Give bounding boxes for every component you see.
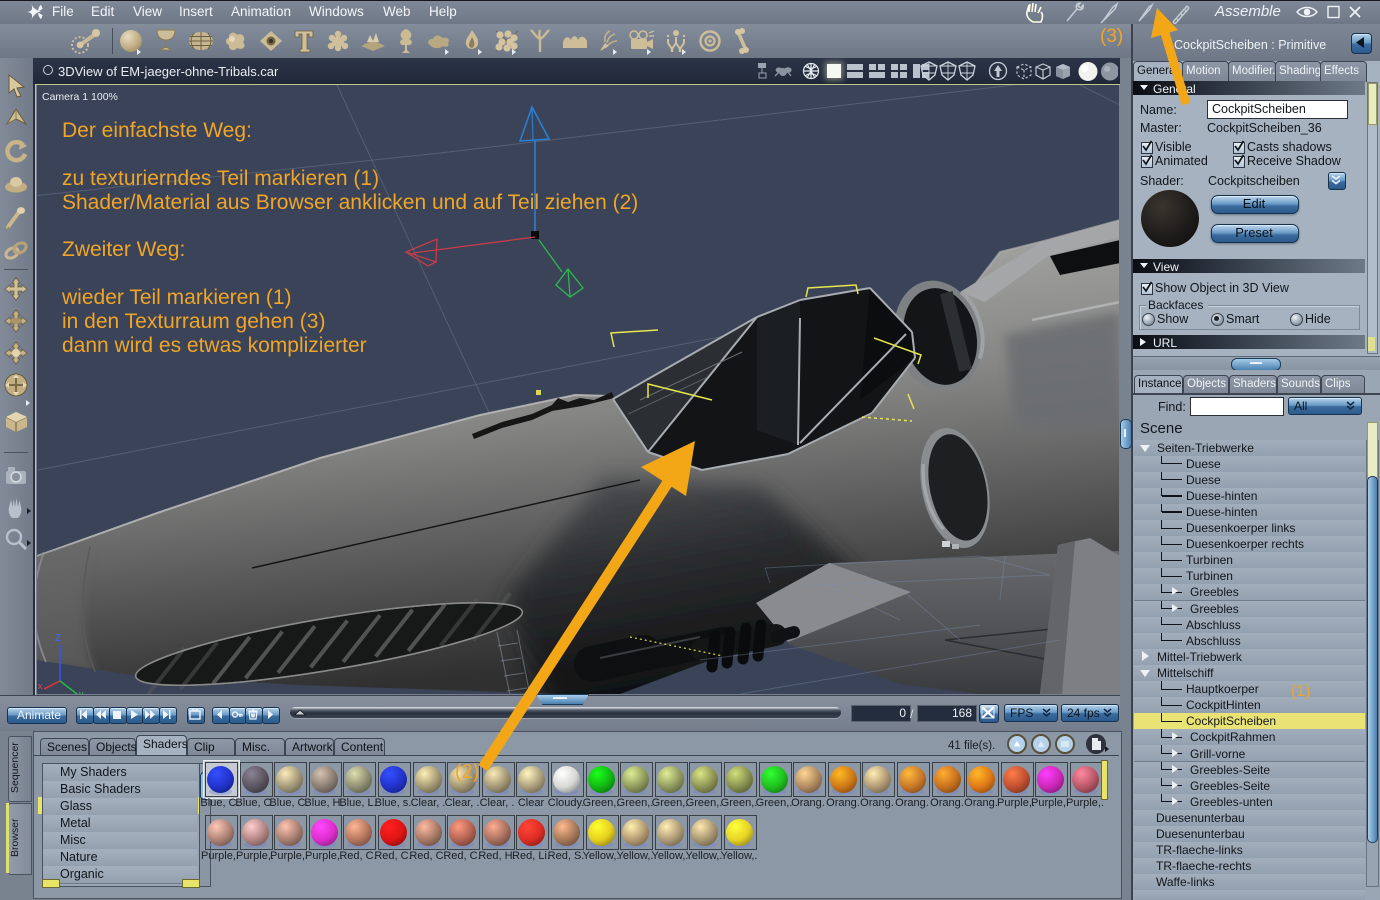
svg-text:Z: Z — [55, 633, 61, 644]
svg-text:x: x — [38, 681, 43, 691]
svg-text:y: y — [79, 689, 84, 694]
